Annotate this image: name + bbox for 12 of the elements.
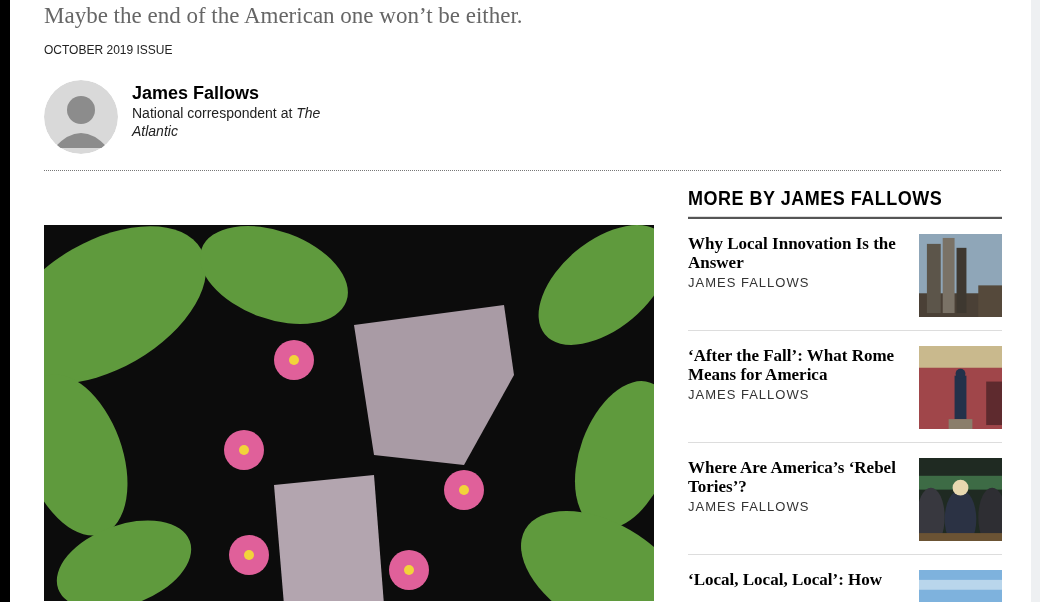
article-author: JAMES FALLOWS: [688, 386, 811, 404]
article-link[interactable]: Where Are America’s ‘Rebel Tories’?: [688, 458, 898, 496]
article-author: JAMES FALLOWS: [688, 498, 811, 516]
author-name[interactable]: James Fallows: [132, 82, 352, 104]
article-subtitle: Maybe the end of the American one won’t be either.: [44, 2, 524, 29]
article-author: JAMES FALLOWS: [688, 274, 811, 292]
article-link[interactable]: Why Local Innovation Is the Answer: [688, 234, 898, 272]
sidebar-heading: MORE BY JAMES FALLOWS: [688, 186, 1002, 219]
article-link[interactable]: ‘Local, Local, Local’: How: [688, 570, 898, 589]
author-bio: National correspondent at The Atlantic: [132, 104, 322, 140]
issue-label: OCTOBER 2019 ISSUE: [44, 42, 174, 59]
article-link[interactable]: ‘After the Fall’: What Rome Means for America: [688, 346, 898, 384]
